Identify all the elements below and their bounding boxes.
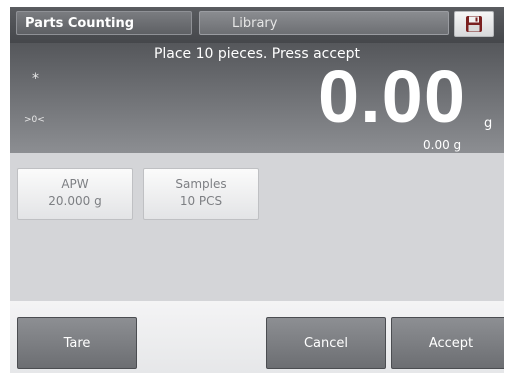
library-button[interactable]: Library <box>199 11 449 35</box>
top-bar: Parts Counting Library <box>10 7 504 43</box>
save-button[interactable] <box>454 11 494 37</box>
save-icon <box>466 16 482 32</box>
parameters-area: APW 20.000 g Samples 10 PCS <box>10 153 504 301</box>
apw-value: 20.000 g <box>48 194 102 208</box>
weight-readout-panel: Place 10 pieces. Press accept * >0< 0.00… <box>10 43 504 153</box>
samples-button[interactable]: Samples 10 PCS <box>143 168 259 220</box>
stability-indicator: * <box>32 71 39 87</box>
center-of-zero-indicator: >0< <box>24 115 45 125</box>
app-title-button[interactable]: Parts Counting <box>16 11 192 35</box>
tare-button[interactable]: Tare <box>17 317 137 369</box>
apw-button[interactable]: APW 20.000 g <box>17 168 133 220</box>
footer-bar: Tare Cancel Accept <box>10 301 504 373</box>
secondary-weight-value: 0.00 g <box>423 138 462 152</box>
samples-label: Samples <box>175 177 227 191</box>
samples-value: 10 PCS <box>179 194 223 208</box>
apw-label: APW <box>61 177 89 191</box>
scale-screen: Parts Counting Library Place 10 pieces. … <box>10 7 504 373</box>
main-weight-unit: g <box>484 116 493 131</box>
main-weight-value: 0.00 <box>317 55 466 138</box>
cancel-button[interactable]: Cancel <box>266 317 386 369</box>
accept-button[interactable]: Accept <box>391 317 504 369</box>
